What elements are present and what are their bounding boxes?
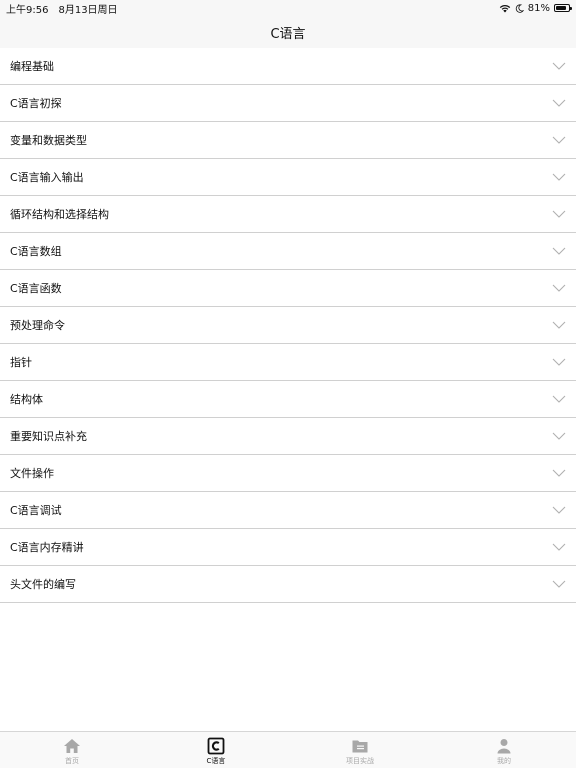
chevron-down-icon[interactable]	[552, 506, 566, 514]
list-item-label: C语言函数	[10, 282, 62, 295]
list-item[interactable]: 变量和数据类型	[0, 122, 576, 159]
battery-fill	[556, 6, 566, 10]
list-item-label: 指针	[10, 356, 32, 369]
chevron-down-icon[interactable]	[552, 284, 566, 292]
list-item-label: 编程基础	[10, 60, 54, 73]
list-item-label: 预处理命令	[10, 319, 65, 332]
chevron-down-icon[interactable]	[552, 358, 566, 366]
status-date: 8月13日周日	[58, 4, 118, 16]
list-item-label: 变量和数据类型	[10, 134, 87, 147]
tab-bar: 首页 C语言 项目实战 我的	[0, 731, 576, 768]
list-item[interactable]: C语言内存精讲	[0, 529, 576, 566]
home-icon	[63, 737, 81, 755]
tab-c-language[interactable]: C语言	[144, 732, 288, 768]
user-icon	[495, 737, 513, 755]
list-item-label: C语言初探	[10, 97, 62, 110]
list-item[interactable]: C语言调试	[0, 492, 576, 529]
list-item[interactable]: 预处理命令	[0, 307, 576, 344]
tab-label: 我的	[497, 756, 511, 765]
list-item[interactable]: C语言初探	[0, 85, 576, 122]
list-item[interactable]: 指针	[0, 344, 576, 381]
c-language-icon	[207, 737, 225, 755]
chevron-down-icon[interactable]	[552, 469, 566, 477]
list-item-label: 循环结构和选择结构	[10, 208, 109, 221]
list-item-label: C语言调试	[10, 504, 62, 517]
navigation-bar: C语言	[0, 16, 576, 48]
chevron-down-icon[interactable]	[552, 210, 566, 218]
status-left: 上午9:56 8月13日周日	[6, 1, 118, 16]
battery-percent: 81%	[527, 2, 550, 14]
status-bar: 上午9:56 8月13日周日 81%	[0, 0, 576, 16]
chevron-down-icon[interactable]	[552, 99, 566, 107]
list-item[interactable]: 编程基础	[0, 48, 576, 85]
list-item-label: C语言内存精讲	[10, 541, 84, 554]
wifi-icon	[499, 4, 510, 12]
tab-label: C语言	[206, 756, 226, 765]
page-title: C语言	[270, 26, 306, 42]
tab-home[interactable]: 首页	[0, 732, 144, 768]
list-item-label: 文件操作	[10, 467, 54, 480]
chevron-down-icon[interactable]	[552, 321, 566, 329]
chevron-down-icon[interactable]	[552, 580, 566, 588]
tab-user[interactable]: 我的	[432, 732, 576, 768]
status-time: 上午9:56	[6, 4, 49, 16]
chapter-list: 编程基础 C语言初探变量和数据类型 C语言输入输出循环结构和选择结构 C语言数组 C语言…	[0, 48, 576, 603]
list-item[interactable]: C语言输入输出	[0, 159, 576, 196]
chevron-down-icon[interactable]	[552, 173, 566, 181]
chevron-down-icon[interactable]	[552, 432, 566, 440]
chevron-down-icon[interactable]	[552, 543, 566, 551]
moon-icon	[515, 3, 524, 13]
list-item-label: 重要知识点补充	[10, 430, 87, 443]
folder-icon	[351, 737, 369, 755]
list-item[interactable]: 文件操作	[0, 455, 576, 492]
list-item[interactable]: C语言函数	[0, 270, 576, 307]
list-item[interactable]: 重要知识点补充	[0, 418, 576, 455]
chevron-down-icon[interactable]	[552, 136, 566, 144]
list-item-label: C语言数组	[10, 245, 62, 258]
battery-icon	[554, 4, 572, 12]
list-item-label: C语言输入输出	[10, 171, 84, 184]
tab-label: 项目实战	[346, 756, 374, 765]
list-item[interactable]: 头文件的编写	[0, 566, 576, 603]
list-item[interactable]: 结构体	[0, 381, 576, 418]
tab-label: 首页	[65, 756, 79, 765]
chevron-down-icon[interactable]	[552, 62, 566, 70]
list-item-label: 头文件的编写	[10, 578, 76, 591]
list-item[interactable]: C语言数组	[0, 233, 576, 270]
list-item-label: 结构体	[10, 393, 43, 406]
chevron-down-icon[interactable]	[552, 247, 566, 255]
chevron-down-icon[interactable]	[552, 395, 566, 403]
status-right: 81%	[499, 2, 572, 14]
tab-folder[interactable]: 项目实战	[288, 732, 432, 768]
list-item[interactable]: 循环结构和选择结构	[0, 196, 576, 233]
